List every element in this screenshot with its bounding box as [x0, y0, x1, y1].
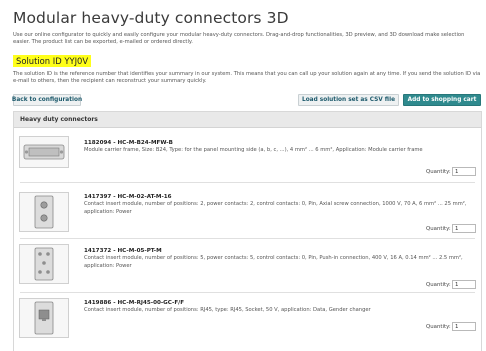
product-title[interactable]: 1417372 - HC-M-05-PT-M	[84, 248, 162, 254]
product-title[interactable]: 1182094 - HC-M-B24-MFW-B	[84, 140, 173, 146]
quantity-label: Quantity:	[426, 282, 451, 288]
divider	[20, 292, 475, 293]
intro-text: Use our online configurator to quickly a…	[13, 32, 465, 46]
product-description: Contact insert module, number of positio…	[84, 255, 463, 269]
product-description: Module carrier frame, Size: B24, Type: f…	[84, 147, 423, 153]
quantity-label: Quantity:	[426, 324, 451, 330]
quantity-label: Quantity:	[426, 169, 451, 175]
panel-header: Heavy duty connectors	[14, 112, 481, 128]
product-description: Contact insert module, number of positio…	[84, 307, 371, 313]
product-description: Contact insert module, number of positio…	[84, 201, 467, 215]
quantity-input[interactable]: 1	[452, 167, 476, 176]
product-title[interactable]: 1417397 - HC-M-02-AT-M-16	[84, 194, 172, 200]
contact-insert-5pin-icon	[19, 244, 69, 284]
module-carrier-frame-icon	[19, 136, 69, 168]
contact-insert-2pin-icon	[19, 192, 69, 232]
quantity-input[interactable]: 1	[452, 280, 476, 289]
quantity-input[interactable]: 1	[452, 224, 476, 233]
add-to-cart-button[interactable]: Add to shopping cart	[403, 94, 481, 106]
quantity-label: Quantity:	[426, 226, 451, 232]
divider	[20, 238, 475, 239]
load-csv-button[interactable]: Load solution set as CSV file	[298, 94, 399, 106]
solution-description: The solution ID is the reference number …	[13, 71, 481, 85]
quantity-input[interactable]: 1	[452, 322, 476, 331]
rj45-module-icon	[19, 298, 69, 338]
page-title: Modular heavy-duty connectors 3D	[13, 9, 289, 27]
divider	[20, 182, 475, 183]
product-title[interactable]: 1419886 - HC-M-RJ45-00-GC-F/F	[84, 300, 184, 306]
back-to-configuration-button[interactable]: Back to configuration	[12, 94, 82, 106]
solution-id-label: Solution ID YYJ0V	[13, 55, 92, 67]
